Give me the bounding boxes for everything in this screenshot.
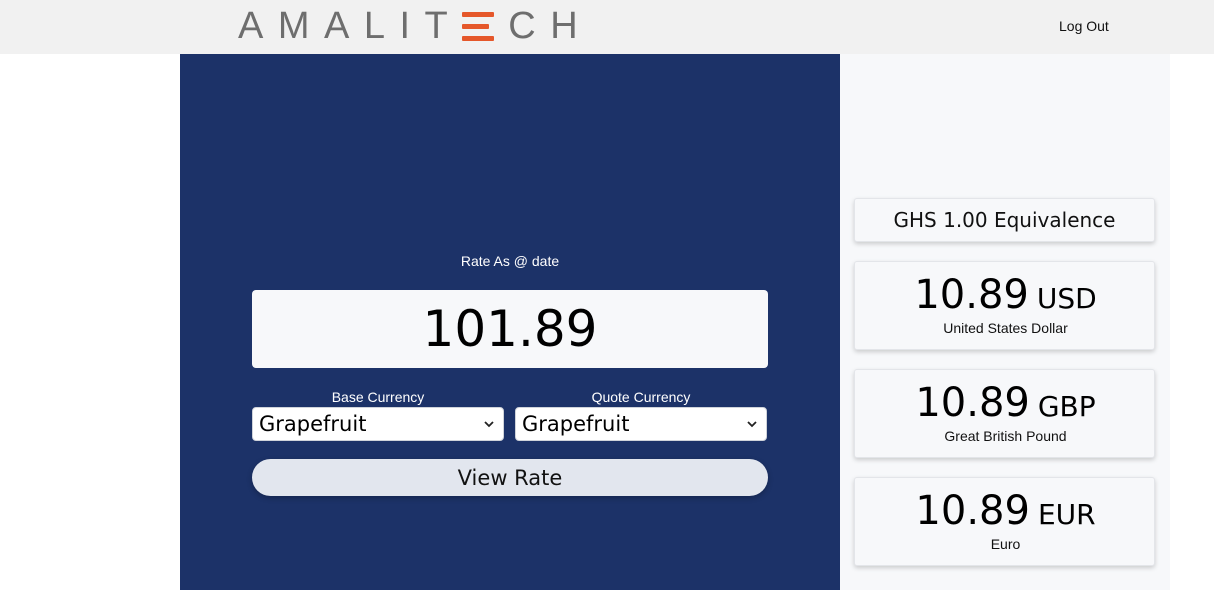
equivalence-title-card: GHS 1.00 Equivalence: [854, 198, 1155, 242]
base-currency-value: Grapefruit: [259, 412, 367, 436]
logout-link[interactable]: Log Out: [1059, 18, 1109, 34]
view-rate-button[interactable]: View Rate: [252, 459, 768, 496]
rate-display: 101.89: [252, 290, 768, 368]
quote-currency-label: Quote Currency: [591, 389, 691, 405]
chevron-down-icon: [747, 421, 757, 428]
currency-amount: 10.89: [915, 380, 1030, 426]
currency-card-eur: 10.89 EUR Euro: [854, 477, 1155, 566]
rate-value: 101.89: [422, 300, 598, 358]
amalitech-logo[interactable]: AMALIT CH: [238, 5, 593, 47]
equivalence-title: GHS 1.00 Equivalence: [893, 208, 1116, 232]
currency-amount: 10.89: [914, 272, 1029, 318]
logo-e-mark-icon: [462, 11, 495, 41]
top-navbar: AMALIT CH Log Out: [0, 0, 1214, 54]
currency-amount: 10.89: [915, 488, 1030, 534]
logo-text-right: CH: [508, 5, 593, 47]
currency-name: United States Dollar: [943, 320, 1068, 336]
currency-code: GBP: [1037, 390, 1096, 423]
quote-currency-value: Grapefruit: [522, 412, 630, 436]
chevron-down-icon: [484, 421, 494, 428]
base-currency-select[interactable]: Grapefruit: [252, 407, 504, 441]
logo-text-left: AMALIT: [238, 5, 463, 47]
quote-currency-select[interactable]: Grapefruit: [515, 407, 767, 441]
currency-name: Euro: [990, 536, 1021, 552]
currency-code: USD: [1036, 282, 1097, 315]
currency-name: Great British Pound: [944, 428, 1067, 444]
view-rate-button-label: View Rate: [457, 465, 563, 490]
currency-card-gbp: 10.89 GBP Great British Pound: [854, 369, 1155, 458]
currency-card-usd: 10.89 USD United States Dollar: [854, 261, 1155, 350]
currency-code: EUR: [1037, 498, 1096, 531]
base-currency-label: Base Currency: [331, 389, 425, 405]
rate-label: Rate As @ date: [460, 253, 560, 269]
